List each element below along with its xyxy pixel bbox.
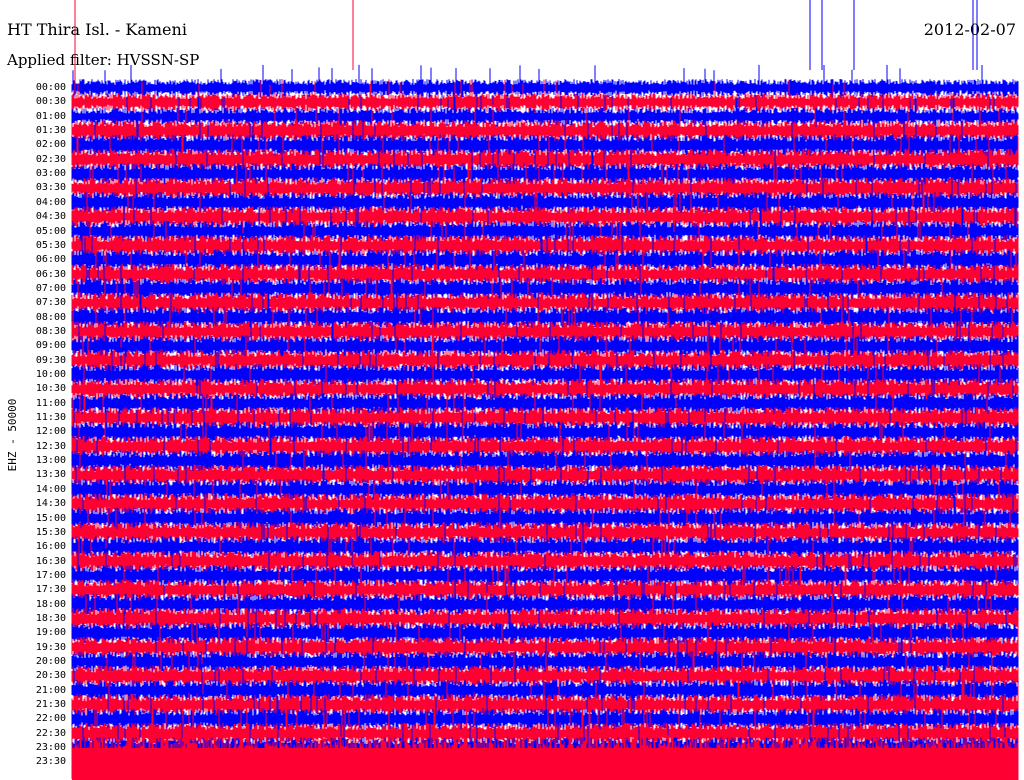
- hour-label: 11:30: [35, 412, 66, 424]
- hour-label: 13:00: [35, 455, 66, 467]
- hour-label: 05:00: [35, 225, 66, 237]
- hour-label: 00:00: [35, 82, 66, 93]
- hour-label: 06:30: [35, 268, 66, 280]
- hour-label: 15:00: [35, 512, 66, 524]
- hour-label: 09:30: [35, 354, 66, 366]
- hour-label: 19:30: [35, 641, 66, 653]
- hour-label: 07:30: [35, 297, 66, 309]
- hour-label: 10:00: [35, 369, 66, 380]
- hour-label: 19:00: [35, 627, 66, 639]
- trace-row: [71, 64, 1019, 99]
- hour-label: 18:30: [35, 612, 66, 624]
- hour-label: 16:00: [35, 541, 66, 553]
- hour-label: 08:30: [35, 325, 66, 337]
- hour-label: 15:30: [35, 526, 66, 538]
- hour-label: 16:30: [35, 555, 66, 567]
- hour-label: 09:00: [35, 340, 66, 352]
- hour-label: 04:00: [35, 196, 66, 208]
- hour-label: 08:00: [35, 311, 66, 323]
- hour-label: 10:30: [35, 383, 66, 395]
- date-label: 2012-02-07: [923, 20, 1016, 39]
- hour-label: 13:30: [35, 469, 66, 481]
- hour-label: 21:00: [35, 684, 66, 696]
- hour-label: 17:30: [35, 584, 66, 596]
- hour-label: 14:30: [35, 498, 66, 510]
- hour-label: 12:00: [35, 426, 66, 438]
- hour-label: 04:30: [35, 211, 66, 223]
- hour-label: 20:30: [35, 670, 66, 682]
- hour-label: 05:30: [35, 239, 66, 251]
- hour-label: 11:00: [35, 397, 66, 409]
- hour-label: 01:00: [35, 110, 66, 122]
- hour-label: 12:30: [35, 440, 66, 452]
- hour-label: 01:30: [35, 125, 66, 137]
- hour-labels: 00:00 00:30 01:00 01:30 02:00 02:30 03:00 03:30…: [0, 0, 66, 780]
- helicorder-plot: [71, 0, 1019, 780]
- hour-label: 03:30: [35, 182, 66, 194]
- hour-label: 00:30: [35, 96, 66, 108]
- hour-label: 22:30: [35, 727, 66, 739]
- hour-label: 06:00: [35, 254, 66, 266]
- hour-label: 07:00: [35, 282, 66, 294]
- hour-label: 18:00: [35, 598, 66, 610]
- hour-label: 17:00: [35, 569, 66, 581]
- hour-label: 22:00: [35, 713, 66, 725]
- trace-band: [72, 748, 1018, 780]
- hour-label: 23:30: [35, 756, 66, 768]
- hour-label: 02:00: [35, 139, 66, 151]
- hour-label: 02:30: [35, 153, 66, 165]
- hour-label: 23:00: [35, 742, 66, 754]
- hour-label: 20:00: [35, 656, 66, 667]
- hour-label: 03:00: [35, 168, 66, 180]
- hour-label: 14:00: [35, 483, 66, 495]
- hour-label: 21:30: [35, 699, 66, 711]
